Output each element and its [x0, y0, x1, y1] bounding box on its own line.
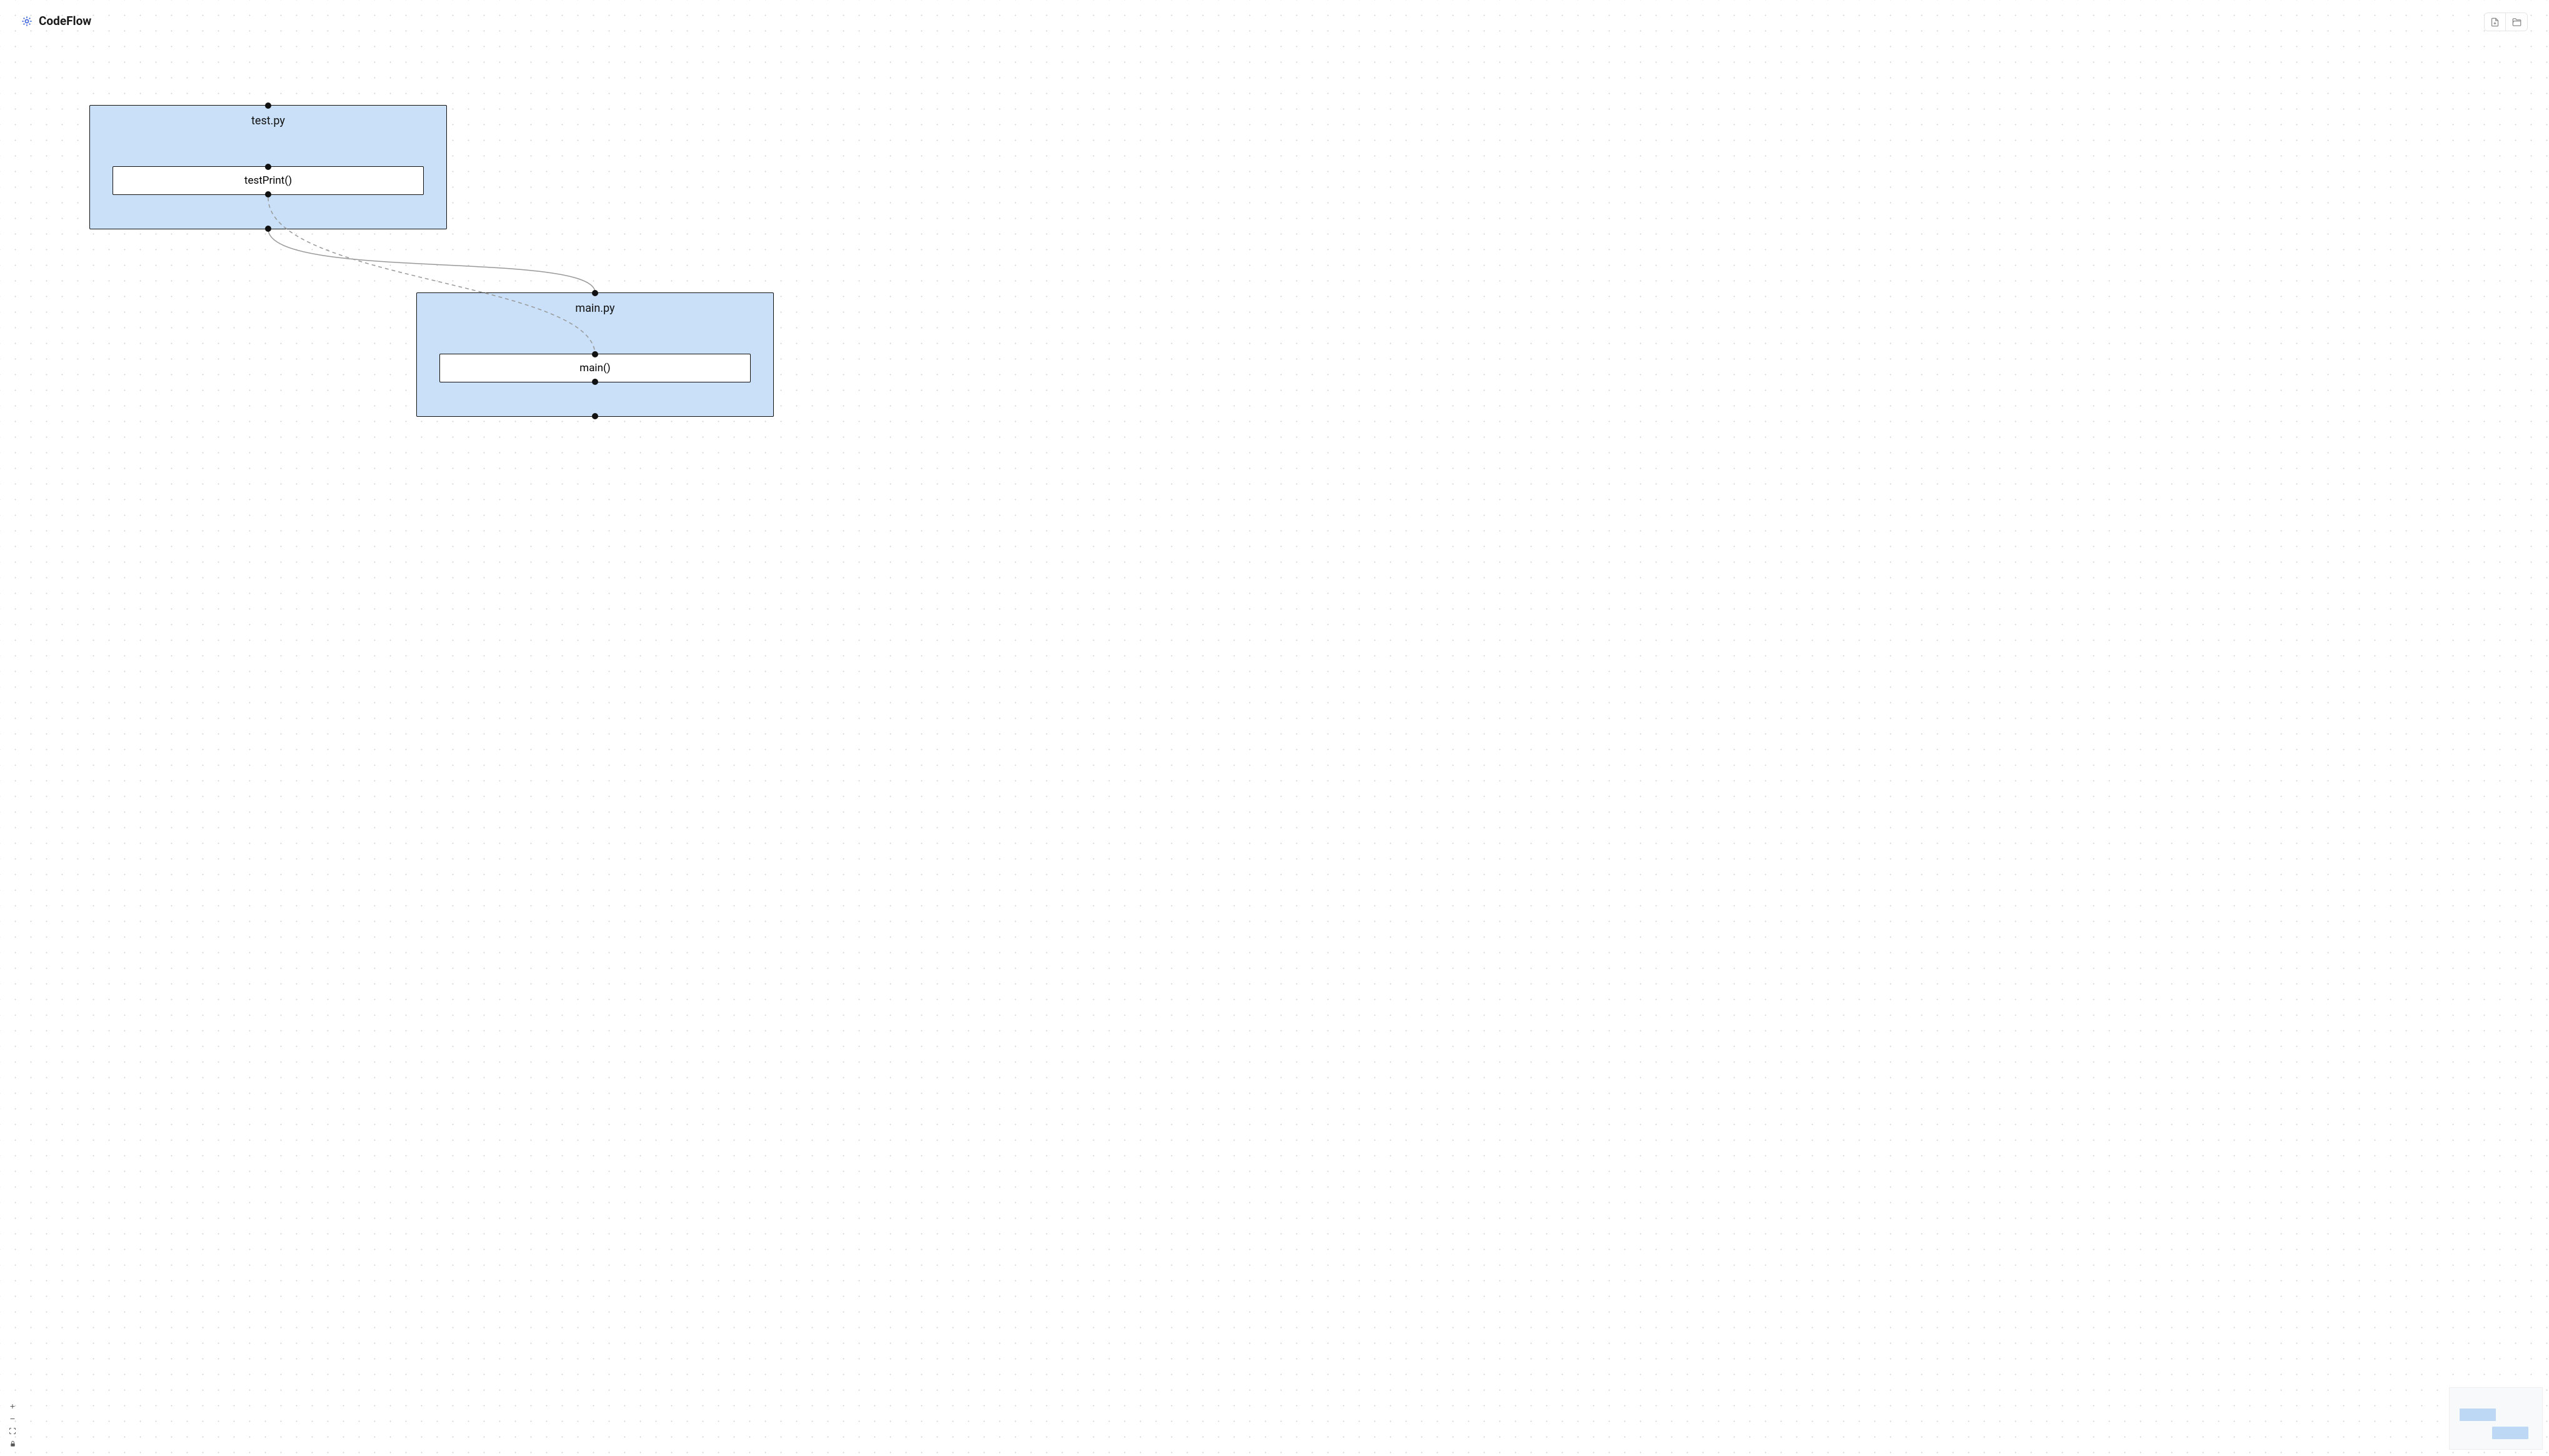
node-title: main.py: [417, 293, 773, 322]
save-button[interactable]: [2485, 13, 2506, 31]
subnode-handle-bottom[interactable]: [592, 379, 598, 385]
minimap-node-main-py: [2492, 1427, 2528, 1439]
minimap[interactable]: [2449, 1387, 2543, 1450]
zoom-controls: + −: [6, 1400, 19, 1450]
subnode-handle-top[interactable]: [592, 351, 598, 357]
subnode-label: testPrint(): [244, 174, 292, 187]
fit-view-button[interactable]: [6, 1425, 19, 1437]
canvas[interactable]: CodeFlow test.py testPrint(): [0, 0, 2549, 1456]
subnode-handle-top[interactable]: [265, 164, 271, 170]
lock-button[interactable]: [6, 1437, 19, 1450]
folder-open-icon: [2512, 17, 2521, 27]
toolbar: [2484, 12, 2528, 31]
plus-icon: +: [10, 1402, 15, 1410]
subnode-handle-bottom[interactable]: [265, 191, 271, 197]
subnode-main[interactable]: main(): [439, 354, 751, 382]
node-main-py[interactable]: main.py main(): [416, 292, 774, 417]
app-logo-icon: [21, 16, 33, 27]
node-handle-top[interactable]: [265, 102, 271, 109]
edge-file1-file2: [268, 229, 595, 292]
app-title: CodeFlow: [39, 14, 91, 28]
open-button[interactable]: [2506, 13, 2527, 31]
minimap-node-test-py: [2460, 1409, 2496, 1421]
subnode-label: main(): [579, 362, 610, 374]
node-test-py[interactable]: test.py testPrint(): [89, 105, 447, 229]
node-title: test.py: [90, 106, 446, 135]
zoom-out-button[interactable]: −: [6, 1412, 19, 1425]
app-header: CodeFlow: [21, 14, 91, 28]
subnode-testprint[interactable]: testPrint(): [113, 166, 424, 195]
lock-icon: [9, 1440, 16, 1447]
save-file-icon: [2490, 17, 2500, 27]
zoom-in-button[interactable]: +: [6, 1400, 19, 1412]
node-handle-bottom[interactable]: [592, 413, 598, 419]
node-handle-top[interactable]: [592, 290, 598, 296]
minus-icon: −: [10, 1414, 15, 1423]
fit-view-icon: [9, 1427, 16, 1435]
node-handle-bottom[interactable]: [265, 226, 271, 232]
